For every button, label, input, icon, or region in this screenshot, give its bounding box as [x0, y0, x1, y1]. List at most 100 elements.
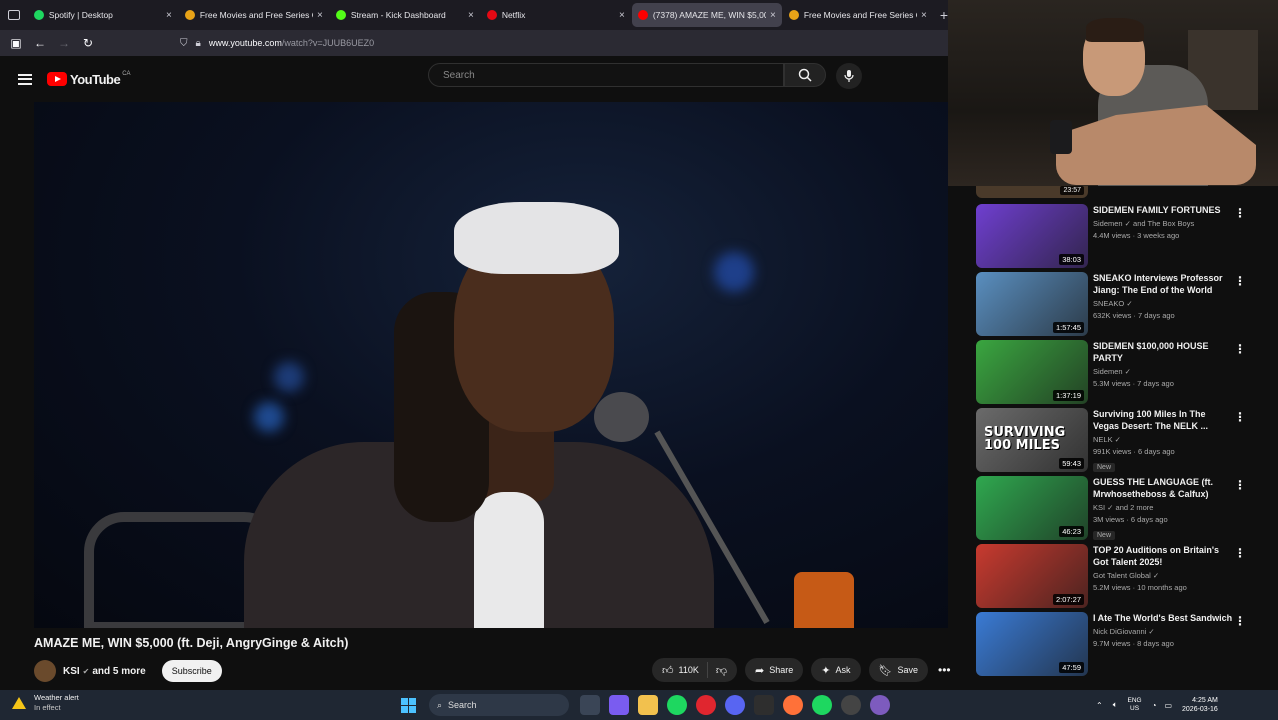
subscribe-button[interactable]: Subscribe [161, 660, 222, 682]
back-button[interactable]: ← [28, 32, 52, 54]
more-options-icon[interactable]: ⋮ [1234, 478, 1246, 492]
spotify-icon-2[interactable] [811, 695, 832, 715]
video-title[interactable]: SNEAKO Interviews Professor Jiang: The E… [1093, 272, 1233, 296]
reload-button[interactable]: ↻ [76, 32, 100, 54]
close-tab-icon[interactable]: × [770, 10, 776, 21]
browser-tab[interactable]: Spotify | Desktop × [28, 3, 178, 27]
video-title[interactable]: SIDEMEN $100,000 HOUSE PARTY [1093, 340, 1233, 364]
volume-icon[interactable]: 🔈︎ [1113, 700, 1118, 710]
start-button[interactable] [399, 695, 419, 715]
channel-name[interactable]: NELK ✓ [1093, 435, 1233, 444]
channel-avatar[interactable] [34, 660, 56, 682]
forward-button[interactable]: → [52, 32, 76, 54]
video-title[interactable]: Surviving 100 Miles In The Vegas Desert:… [1093, 408, 1233, 432]
background-light [714, 252, 754, 292]
firefox-icon[interactable] [782, 695, 803, 715]
close-tab-icon[interactable]: × [166, 10, 172, 21]
video-title[interactable]: I Ate The World's Best Sandwich [1093, 612, 1233, 624]
sidebar-toggle-button[interactable]: ▣ [4, 32, 28, 54]
video-thumbnail[interactable]: SURVIVING 100 MILES 59:43 [976, 408, 1088, 472]
browser-tab[interactable]: Free Movies and Free Series Or × [783, 3, 933, 27]
taskbar-search[interactable]: ⌕ Search [429, 694, 569, 716]
more-options-icon[interactable]: ⋮ [1234, 410, 1246, 424]
share-button[interactable]: ➦ Share [745, 658, 804, 682]
recommended-video[interactable]: 46:23 GUESS THE LANGUAGE (ft. Mrwhosetheb… [976, 476, 1266, 540]
video-title[interactable]: GUESS THE LANGUAGE (ft. Mrwhosetheboss &… [1093, 476, 1233, 500]
video-thumbnail[interactable]: 47:59 [976, 612, 1088, 676]
channel-name[interactable]: Got Talent Global ✓ [1093, 571, 1233, 580]
video-thumbnail[interactable]: 1:37:19 [976, 340, 1088, 404]
discord-icon[interactable] [724, 695, 745, 715]
video-thumbnail[interactable]: 1:57:45 [976, 272, 1088, 336]
tab-favicon-icon [637, 10, 648, 20]
video-title[interactable]: TOP 20 Auditions on Britain's Got Talent… [1093, 544, 1233, 568]
youtube-logo[interactable]: YouTube CA [47, 71, 131, 87]
language-indicator[interactable]: ENG US [1128, 697, 1142, 713]
file-explorer-icon[interactable] [637, 695, 658, 715]
copilot-icon[interactable] [608, 695, 629, 715]
browser-tab[interactable]: Free Movies and Free Series Or × [179, 3, 329, 27]
channel-name[interactable]: KSI ✓ and 2 more [1093, 503, 1233, 512]
voice-search-button[interactable] [836, 63, 862, 89]
menu-icon[interactable] [18, 71, 32, 87]
more-options-icon[interactable]: ⋮ [1234, 614, 1246, 628]
search-button[interactable] [784, 63, 826, 87]
video-thumbnail[interactable]: 2:07:27 [976, 544, 1088, 608]
tab-list-button[interactable] [0, 0, 28, 30]
dislike-button[interactable]: 👎︎ [708, 664, 737, 677]
save-button[interactable]: 🔖︎ Save [868, 658, 928, 682]
close-tab-icon[interactable]: × [468, 10, 474, 21]
spotify-icon[interactable] [666, 695, 687, 715]
reload-icon: ↻ [82, 36, 94, 50]
recommended-video[interactable]: 1:57:45 SNEAKO Interviews Professor Jiang… [976, 272, 1266, 336]
channel-name[interactable]: KSI [63, 666, 80, 677]
ask-button[interactable]: ✦ Ask [811, 658, 861, 682]
weather-title: Weather alert [34, 693, 79, 702]
channel-row: KSI ✔ and 5 more Subscribe [34, 658, 222, 684]
video-thumbnail[interactable]: 38:03 [976, 204, 1088, 268]
obs-icon[interactable] [869, 695, 890, 715]
new-tab-button[interactable]: + [940, 7, 948, 23]
recommended-video[interactable]: SURVIVING 100 MILES 59:43 Surviving 100 Mi… [976, 408, 1266, 472]
more-options-icon[interactable]: ⋮ [1234, 342, 1246, 356]
more-options-icon[interactable]: ⋮ [1234, 274, 1246, 288]
url-bar[interactable]: ⛉ 🔒︎ www.youtube.com/watch?v=JUUB6UEZ0 [180, 33, 374, 53]
terminal-icon[interactable] [753, 695, 774, 715]
recommended-video[interactable]: 47:59 I Ate The World's Best Sandwich Nick… [976, 612, 1266, 676]
channel-name[interactable]: SNEAKO ✓ [1093, 299, 1233, 308]
clock[interactable]: 4:25 AM 2026-03-16 [1182, 696, 1218, 714]
video-title[interactable]: SIDEMEN FAMILY FORTUNES [1093, 204, 1233, 216]
wifi-icon[interactable]: ◔ [1152, 701, 1157, 710]
close-tab-icon[interactable]: × [921, 10, 927, 21]
battery-icon[interactable]: ▭ [1164, 701, 1172, 710]
recommended-video[interactable]: 38:03 SIDEMEN FAMILY FORTUNES Sidemen ✓ an… [976, 204, 1266, 268]
channel-name[interactable]: Sidemen ✓ and The Box Boys [1093, 219, 1233, 228]
chatgpt-icon[interactable] [840, 695, 861, 715]
opera-icon[interactable] [695, 695, 716, 715]
task-view-icon[interactable] [579, 695, 600, 715]
close-tab-icon[interactable]: × [619, 10, 625, 21]
weather-widget[interactable]: Weather alert In effect [12, 693, 79, 713]
browser-tab[interactable]: Netflix × [481, 3, 631, 27]
warning-icon [12, 697, 26, 709]
channel-name[interactable]: Sidemen ✓ [1093, 367, 1233, 376]
chevron-up-icon[interactable]: ⌃ [1096, 701, 1103, 710]
video-player[interactable] [34, 102, 948, 628]
like-button[interactable]: 👍︎ 110K [652, 662, 708, 678]
more-actions-icon[interactable]: ••• [938, 663, 951, 677]
more-options-icon[interactable]: ⋮ [1234, 206, 1246, 220]
close-tab-icon[interactable]: × [317, 10, 323, 21]
collaborators[interactable]: and 5 more [92, 666, 145, 677]
video-thumbnail[interactable]: 46:23 [976, 476, 1088, 540]
channel-name[interactable]: Nick DiGiovanni ✓ [1093, 627, 1233, 636]
recommended-video[interactable]: 2:07:27 TOP 20 Auditions on Britain's Got… [976, 544, 1266, 608]
more-options-icon[interactable]: ⋮ [1234, 546, 1246, 560]
browser-tab[interactable]: Stream - Kick Dashboard × [330, 3, 480, 27]
save-label: Save [897, 665, 918, 675]
recommended-video[interactable]: 1:37:19 SIDEMEN $100,000 HOUSE PARTY Sidem… [976, 340, 1266, 404]
system-tray: ⌃ 🔈︎ ENG US ◔ ▭ 4:25 AM 2026-03-16 [1096, 696, 1218, 714]
browser-tab[interactable]: (7378) AMAZE ME, WIN $5,000 × [631, 3, 782, 27]
partial-thumbnail[interactable]: 23:57 [976, 186, 1088, 198]
streamer-hair [1086, 18, 1144, 42]
search-input[interactable]: Search [428, 63, 784, 87]
